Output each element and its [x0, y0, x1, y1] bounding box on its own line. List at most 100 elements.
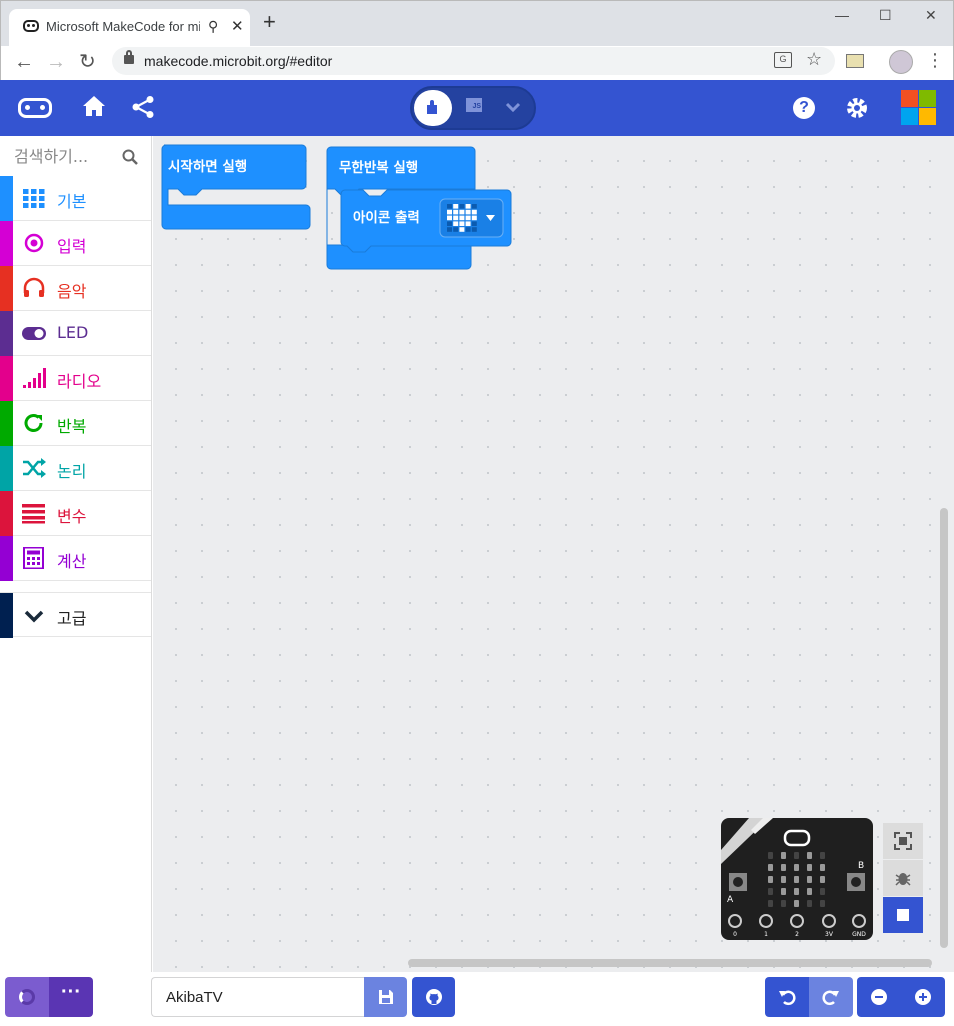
javascript-mode-button[interactable]: JS: [466, 98, 482, 112]
category-music[interactable]: 음악: [0, 266, 151, 311]
pin-hole[interactable]: [759, 914, 773, 928]
led: [794, 864, 799, 871]
undo-icon: [779, 990, 796, 1006]
toggle-icon: [22, 327, 46, 340]
on-start-block[interactable]: 시작하면 실행: [161, 144, 311, 230]
show-icon-label: 아이콘 출력: [353, 209, 420, 226]
save-button[interactable]: [364, 977, 407, 1017]
icon-pixel: [447, 227, 452, 232]
help-icon[interactable]: ?: [793, 97, 815, 119]
icon-pixel: [471, 227, 477, 232]
tab-close-icon[interactable]: ✕: [231, 17, 244, 35]
zoom-in-button[interactable]: [901, 977, 945, 1017]
pin-hole[interactable]: [822, 914, 836, 928]
minimize-button[interactable]: —: [835, 7, 849, 23]
stop-simulator-button[interactable]: [883, 897, 923, 933]
project-name-input[interactable]: [151, 977, 364, 1017]
led: [794, 900, 799, 907]
redo-button[interactable]: [809, 977, 853, 1017]
led: [820, 864, 825, 871]
zoom-out-button[interactable]: [857, 977, 901, 1017]
undo-button[interactable]: [765, 977, 809, 1017]
icon-dropdown[interactable]: [439, 198, 504, 238]
search-input[interactable]: [14, 144, 114, 168]
browser-titlebar: Microsoft MakeCode for micro:bit ⚲ ✕ + —…: [0, 0, 954, 47]
search-icon[interactable]: [122, 149, 138, 165]
icon-pixel: [465, 215, 471, 221]
profile-avatar[interactable]: [889, 50, 913, 74]
category-logic[interactable]: 논리: [0, 446, 151, 491]
makecode-header: JS ?: [0, 80, 954, 136]
icon-pixel: [453, 209, 459, 215]
new-tab-button[interactable]: +: [263, 11, 276, 33]
category-variables[interactable]: 변수: [0, 491, 151, 536]
category-math[interactable]: 계산: [0, 536, 151, 581]
icon-pixel: [447, 221, 452, 226]
translate-icon[interactable]: G: [774, 52, 792, 68]
on-start-label: 시작하면 실행: [168, 158, 247, 175]
gear-icon[interactable]: [845, 96, 869, 120]
led: [807, 876, 812, 883]
blocks-mode-button[interactable]: [414, 90, 452, 126]
refresh-icon: [24, 414, 43, 432]
maximize-button[interactable]: ☐: [879, 7, 892, 24]
address-bar[interactable]: makecode.microbit.org/#editor G ☆: [112, 47, 835, 75]
led: [768, 900, 773, 907]
browser-tab[interactable]: Microsoft MakeCode for micro:bit ⚲ ✕: [9, 9, 250, 47]
chevron-down-icon[interactable]: [504, 98, 522, 116]
share-icon[interactable]: [131, 95, 155, 119]
pin-label: 3V: [825, 931, 834, 938]
puzzle-icon: [427, 100, 437, 114]
more-options-button[interactable]: ···: [49, 977, 93, 1017]
category-basic[interactable]: 기본: [0, 176, 151, 221]
pin-label: 2: [795, 931, 799, 938]
forward-icon[interactable]: →: [46, 50, 66, 74]
microsoft-logo[interactable]: [901, 90, 936, 125]
pin-label: 0: [733, 931, 737, 938]
led: [768, 852, 773, 859]
category-input[interactable]: 입력: [0, 221, 151, 266]
led: [768, 864, 773, 871]
pin-label: 1: [764, 931, 768, 938]
horizontal-scrollbar[interactable]: [408, 959, 932, 967]
led: [807, 852, 812, 859]
category-radio[interactable]: 라디오: [0, 356, 151, 401]
fullscreen-button[interactable]: [883, 823, 923, 859]
blocks-workspace[interactable]: 시작하면 실행 무한반복 실행 아이콘 출력 A B 0 1 2 3V GND: [153, 136, 954, 972]
category-color-strip: [0, 536, 13, 581]
window-close-button[interactable]: ✕: [925, 7, 937, 24]
back-icon[interactable]: ←: [14, 50, 34, 74]
category-loops[interactable]: 반복: [0, 401, 151, 446]
icon-pixel: [459, 215, 465, 221]
pin-hole[interactable]: [852, 914, 866, 928]
debug-button[interactable]: [883, 860, 923, 896]
pin-hole[interactable]: [728, 914, 742, 928]
reload-icon[interactable]: ↻: [79, 50, 96, 74]
icon-pixel: [471, 204, 477, 209]
category-led[interactable]: LED: [0, 311, 151, 356]
category-label: 반복: [57, 417, 87, 436]
led: [781, 888, 786, 895]
home-icon[interactable]: [82, 94, 106, 118]
led: [794, 852, 799, 859]
icon-pixel: [453, 215, 459, 221]
category-color-strip: [0, 491, 13, 536]
lock-icon[interactable]: [124, 50, 134, 64]
icon-pixel: [459, 227, 465, 232]
category-label: 변수: [57, 507, 87, 526]
icon-pixel: [465, 221, 471, 226]
url-text[interactable]: makecode.microbit.org/#editor: [144, 53, 332, 69]
microbit-simulator[interactable]: A B 0 1 2 3V GND: [721, 818, 873, 940]
extension-icon[interactable]: [846, 54, 864, 68]
led: [807, 900, 812, 907]
bookmark-star-icon[interactable]: ☆: [806, 49, 822, 70]
browser-menu-icon[interactable]: ⋮: [926, 50, 944, 71]
vertical-scrollbar[interactable]: [940, 508, 948, 948]
pin-hole[interactable]: [790, 914, 804, 928]
usb-icon: ⚲: [208, 18, 219, 34]
download-button[interactable]: ···: [5, 977, 93, 1017]
microbit-logo-icon[interactable]: [18, 98, 52, 118]
github-button[interactable]: [412, 977, 455, 1017]
category-color-strip: [0, 311, 13, 356]
category-advanced[interactable]: 고급: [0, 592, 151, 638]
